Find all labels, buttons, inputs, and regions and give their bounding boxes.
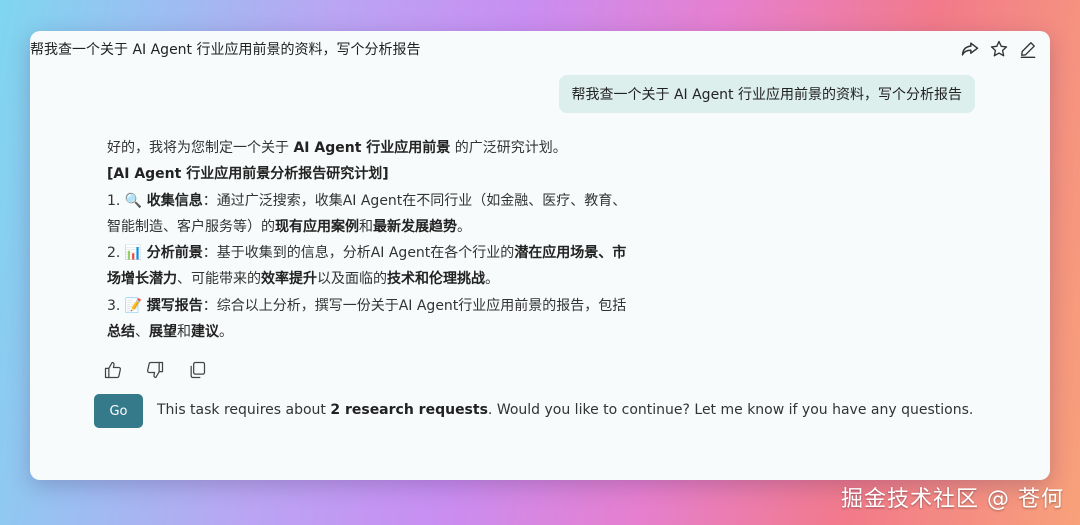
- thumbs-up-icon[interactable]: [103, 360, 123, 380]
- header-actions: [960, 39, 1038, 59]
- intro-topic: AI Agent 行业应用前景: [293, 140, 451, 156]
- assistant-answer: 好的，我将为您制定一个关于 AI Agent 行业应用前景 的广泛研究计划。 […: [107, 135, 627, 345]
- answer-intro: 好的，我将为您制定一个关于 AI Agent 行业应用前景 的广泛研究计划。: [107, 140, 567, 156]
- go-button[interactable]: Go: [94, 394, 143, 428]
- plan-title: [AI Agent 行业应用前景分析报告研究计划]: [107, 166, 389, 183]
- plan-step-1: 1. 🔍 收集信息：通过广泛搜索，收集AI Agent在不同行业（如金融、医疗、…: [107, 192, 627, 235]
- research-request-count: 2 research requests: [330, 402, 488, 418]
- edit-icon[interactable]: [1018, 39, 1038, 59]
- thumbs-down-icon[interactable]: [145, 360, 165, 380]
- watermark: 掘金技术社区 @ 苍何: [841, 487, 1064, 512]
- memo-emoji-icon: 📝: [124, 297, 143, 314]
- message-reactions: [103, 360, 207, 380]
- magnifier-emoji-icon: 🔍: [124, 192, 143, 209]
- plan-step-3: 3. 📝 撰写报告：综合以上分析，撰写一份关于AI Agent行业应用前景的报告…: [107, 297, 627, 341]
- share-icon[interactable]: [960, 39, 980, 59]
- research-request-note: This task requires about 2 research requ…: [157, 402, 974, 418]
- plan-step-2: 2. 📊 分析前景：基于收集到的信息，分析AI Agent在各个行业的潜在应用场…: [107, 245, 627, 288]
- user-message-bubble: 帮我查一个关于 AI Agent 行业应用前景的资料，写个分析报告: [558, 75, 975, 113]
- chat-window: 帮我查一个关于 AI Agent 行业应用前景的资料，写个分析报告 帮我查一个关…: [30, 31, 1050, 480]
- star-icon[interactable]: [989, 39, 1009, 59]
- chart-emoji-icon: 📊: [124, 245, 143, 262]
- conversation-title: 帮我查一个关于 AI Agent 行业应用前景的资料，写个分析报告: [30, 42, 421, 58]
- copy-icon[interactable]: [187, 360, 207, 380]
